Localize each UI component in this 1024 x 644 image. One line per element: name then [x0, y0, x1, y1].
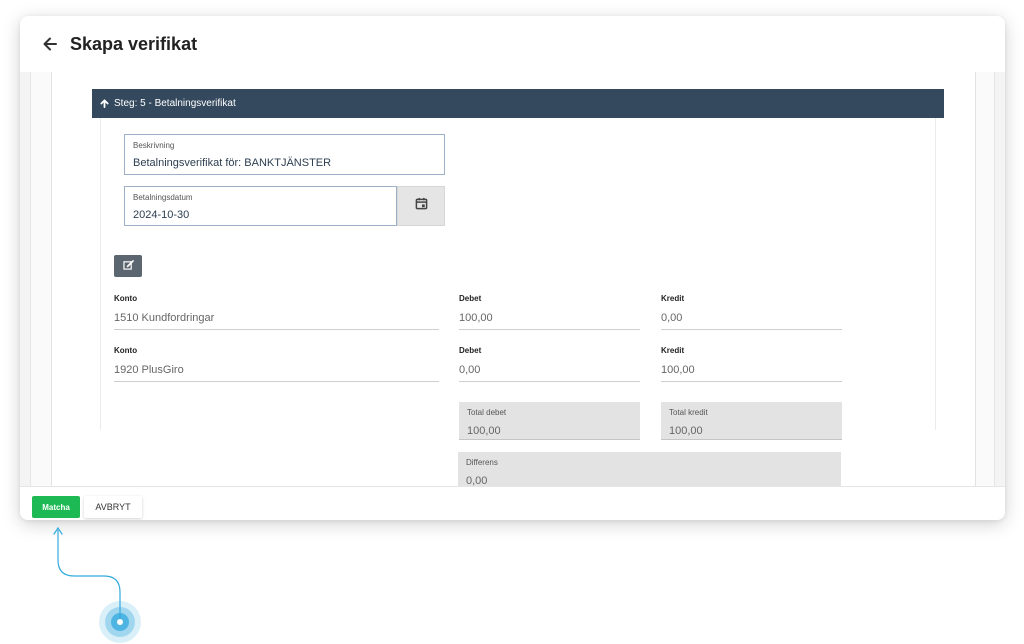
pointer-target-icon: [99, 601, 141, 643]
tutorial-pointer: [53, 526, 141, 643]
